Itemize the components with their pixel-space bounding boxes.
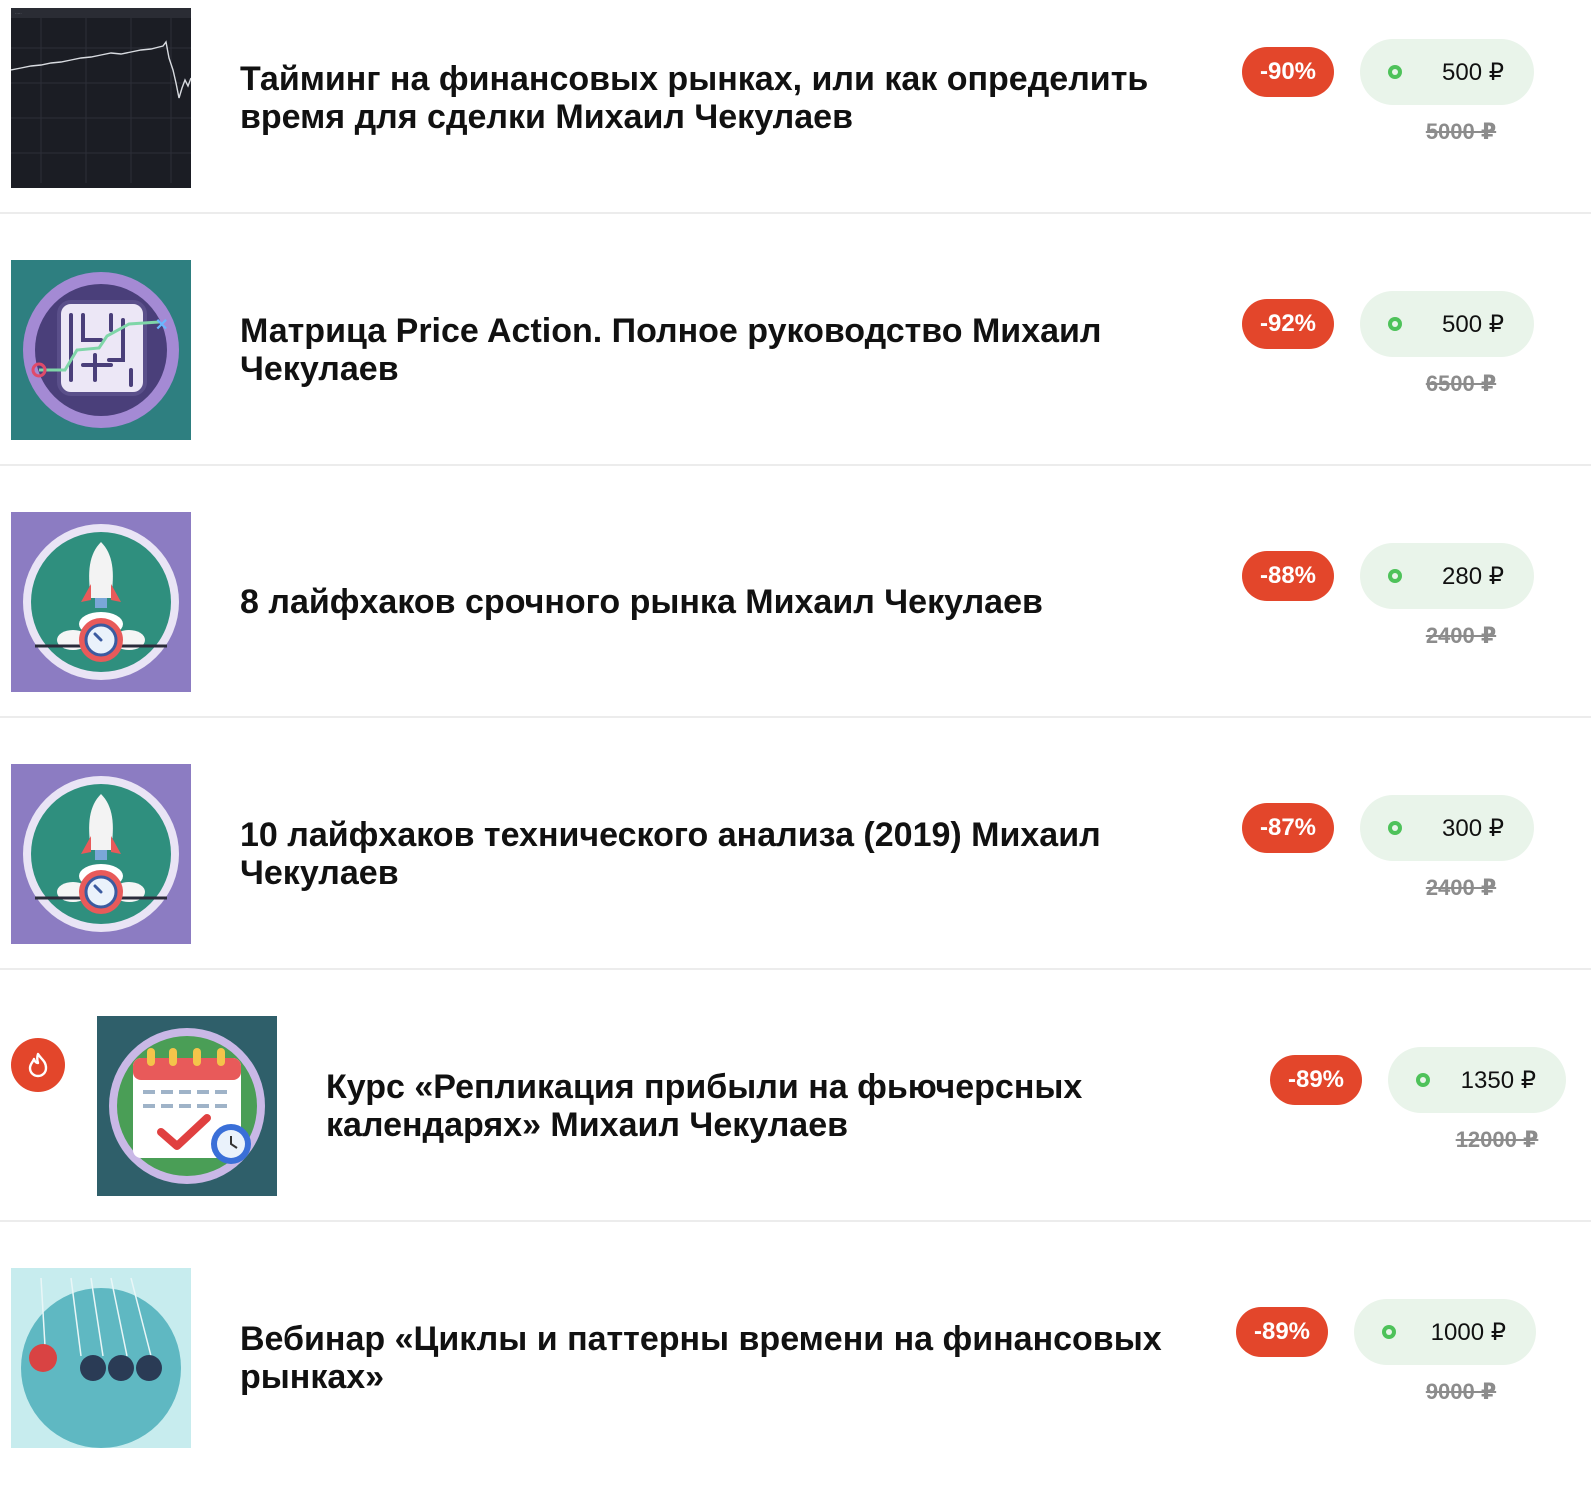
divider <box>0 1220 1591 1222</box>
product-image[interactable] <box>11 1268 191 1448</box>
old-price: 5000 ₽ <box>1425 119 1497 144</box>
product-card[interactable]: ✕ Матрица Price Action. Полное руководст… <box>0 252 1591 482</box>
coin-icon <box>1388 317 1402 331</box>
product-card[interactable]: 10 лайфхаков технического анализа (2019)… <box>0 756 1591 986</box>
product-card[interactable]: Вебинар «Циклы и паттерны времени на фин… <box>0 1260 1591 1490</box>
product-title-text[interactable]: 10 лайфхаков технического анализа (2019)… <box>240 816 1200 892</box>
product-image[interactable] <box>11 764 191 944</box>
coin-icon <box>1388 65 1402 79</box>
product-title[interactable]: Курс «Репликация прибыли на фьючерсных к… <box>326 1008 1246 1204</box>
price-button[interactable]: 1000 ₽ <box>1354 1299 1536 1365</box>
product-title-text[interactable]: Курс «Репликация прибыли на фьючерсных к… <box>326 1068 1246 1144</box>
product-card[interactable]: ····· Тайминг на финансовых рынках, или … <box>0 0 1591 230</box>
divider <box>0 212 1591 214</box>
newton-cradle-image <box>11 1268 191 1448</box>
fire-icon <box>11 1038 65 1092</box>
product-title-text[interactable]: Матрица Price Action. Полное руководство… <box>240 312 1200 388</box>
discount-badge: -87% <box>1242 803 1334 853</box>
divider <box>0 464 1591 466</box>
price-button[interactable]: 300 ₽ <box>1360 795 1534 861</box>
price-button[interactable]: 500 ₽ <box>1360 291 1534 357</box>
current-price: 1350 ₽ <box>1460 1066 1536 1094</box>
price-button[interactable]: 280 ₽ <box>1360 543 1534 609</box>
coin-icon <box>1382 1325 1396 1339</box>
svg-text:✕: ✕ <box>155 317 168 334</box>
discount-badge: -88% <box>1242 551 1334 601</box>
maze-image: ✕ <box>11 260 191 440</box>
old-price: 9000 ₽ <box>1425 1379 1497 1404</box>
old-price: 2400 ₽ <box>1425 623 1497 648</box>
product-title-text[interactable]: Тайминг на финансовых рынках, или как оп… <box>240 60 1200 136</box>
coin-icon <box>1388 821 1402 835</box>
coin-icon <box>1388 569 1402 583</box>
current-price: 300 ₽ <box>1442 814 1504 842</box>
product-title[interactable]: 10 лайфхаков технического анализа (2019)… <box>240 756 1200 952</box>
rocket-timer-image <box>11 512 191 692</box>
discount-badge: -89% <box>1236 1307 1328 1357</box>
stock-chart-image: ····· <box>11 8 191 188</box>
product-title[interactable]: Тайминг на финансовых рынках, или как оп… <box>240 0 1200 196</box>
product-image[interactable]: ✕ <box>11 260 191 440</box>
product-title[interactable]: Вебинар «Циклы и паттерны времени на фин… <box>240 1260 1200 1456</box>
discount-badge: -90% <box>1242 47 1334 97</box>
product-title[interactable]: 8 лайфхаков срочного рынка Михаил Чекула… <box>240 504 1200 700</box>
calendar-check-image <box>97 1016 277 1196</box>
product-image[interactable] <box>97 1016 277 1196</box>
product-card[interactable]: Курс «Репликация прибыли на фьючерсных к… <box>0 1008 1591 1238</box>
discount-badge: -89% <box>1270 1055 1362 1105</box>
product-title[interactable]: Матрица Price Action. Полное руководство… <box>240 252 1200 448</box>
coin-icon <box>1416 1073 1430 1087</box>
divider <box>0 716 1591 718</box>
current-price: 1000 ₽ <box>1430 1318 1506 1346</box>
current-price: 500 ₽ <box>1442 310 1504 338</box>
current-price: 500 ₽ <box>1442 58 1504 86</box>
product-title-text[interactable]: Вебинар «Циклы и паттерны времени на фин… <box>240 1320 1200 1396</box>
price-button[interactable]: 500 ₽ <box>1360 39 1534 105</box>
divider <box>0 968 1591 970</box>
svg-text:·····: ····· <box>15 11 22 16</box>
current-price: 280 ₽ <box>1442 562 1504 590</box>
product-card[interactable]: 8 лайфхаков срочного рынка Михаил Чекула… <box>0 504 1591 734</box>
old-price: 2400 ₽ <box>1425 875 1497 900</box>
product-image[interactable]: ····· <box>11 8 191 188</box>
discount-badge: -92% <box>1242 299 1334 349</box>
old-price: 12000 ₽ <box>1455 1127 1539 1152</box>
old-price: 6500 ₽ <box>1425 371 1497 396</box>
product-image[interactable] <box>11 512 191 692</box>
rocket-timer-image <box>11 764 191 944</box>
product-title-text[interactable]: 8 лайфхаков срочного рынка Михаил Чекула… <box>240 583 1043 621</box>
price-button[interactable]: 1350 ₽ <box>1388 1047 1566 1113</box>
